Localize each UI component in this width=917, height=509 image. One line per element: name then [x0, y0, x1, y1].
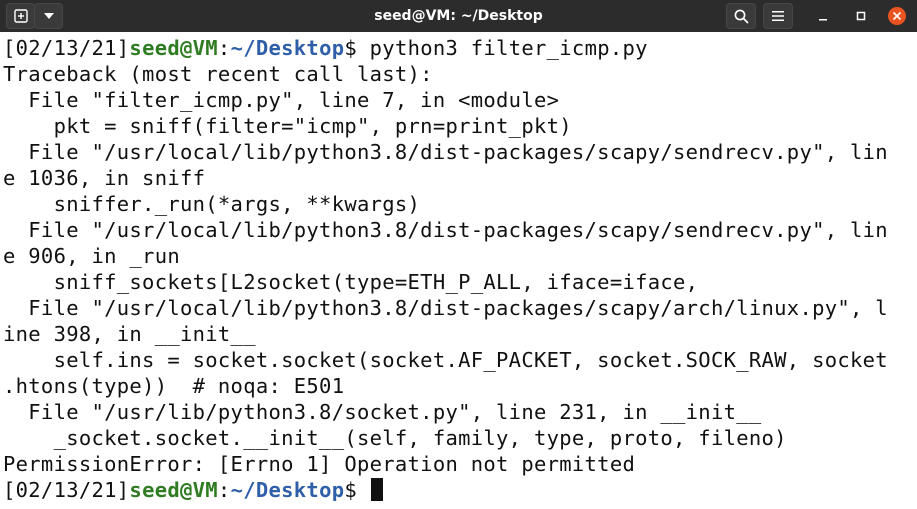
prompt-path: ~/Desktop — [230, 36, 345, 60]
prompt-separator: : — [217, 478, 231, 502]
output-line: _socket.socket.__init__(self, family, ty… — [3, 426, 787, 450]
output-line: sniff_sockets[L2socket(type=ETH_P_ALL, i… — [3, 270, 699, 294]
terminal-area[interactable]: [02/13/21]seed@VM:~/Desktop$ python3 fil… — [0, 32, 917, 509]
output-line: e 1036, in sniff — [3, 166, 206, 190]
prompt-user-host: seed@VM — [129, 36, 218, 60]
output-line: File "/usr/lib/python3.8/socket.py", lin… — [3, 400, 762, 424]
active-prompt-line[interactable]: [02/13/21]seed@VM:~/Desktop$ — [0, 477, 917, 503]
prompt-path: ~/Desktop — [230, 478, 345, 502]
output-line: self.ins = socket.socket(socket.AF_PACKE… — [3, 348, 888, 372]
prompt-date: [02/13/21] — [3, 478, 130, 502]
search-icon — [734, 9, 749, 24]
output-line: File "filter_icmp.py", line 7, in <modul… — [3, 88, 560, 112]
hamburger-menu-icon — [772, 11, 784, 21]
window-titlebar: seed@VM: ~/Desktop — [0, 0, 917, 32]
prompt-separator: : — [217, 36, 231, 60]
command-line: [02/13/21]seed@VM:~/Desktop$ python3 fil… — [0, 35, 917, 61]
close-button[interactable] — [878, 0, 916, 32]
minimize-button[interactable] — [804, 0, 842, 32]
entered-command: python3 filter_icmp.py — [369, 36, 648, 60]
minimize-icon — [819, 19, 827, 21]
prompt-symbol: $ — [344, 478, 370, 502]
prompt-symbol: $ — [344, 36, 370, 60]
output-line: File "/usr/local/lib/python3.8/dist-pack… — [3, 140, 888, 164]
maximize-icon — [856, 11, 866, 21]
output-line: File "/usr/local/lib/python3.8/dist-pack… — [3, 296, 888, 320]
output-line: pkt = sniff(filter="icmp", prn=print_pkt… — [3, 114, 572, 138]
output-line: File "/usr/local/lib/python3.8/dist-pack… — [3, 218, 888, 242]
hamburger-menu-button[interactable] — [763, 3, 793, 29]
prompt-date: [02/13/21] — [3, 36, 130, 60]
prompt-user-host: seed@VM — [129, 478, 218, 502]
close-icon — [888, 7, 906, 25]
output-line: e 906, in _run — [3, 244, 180, 268]
output-line: Traceback (most recent call last): — [3, 62, 433, 86]
output-line: ine 398, in __init__ — [3, 322, 256, 346]
output-line: PermissionError: [Errno 1] Operation not… — [3, 452, 636, 476]
maximize-button[interactable] — [842, 0, 880, 32]
output-line: .htons(type)) # noqa: E501 — [3, 374, 345, 398]
search-button[interactable] — [726, 3, 756, 29]
output-line: sniffer._run(*args, **kwargs) — [3, 192, 421, 216]
text-cursor — [370, 478, 383, 501]
